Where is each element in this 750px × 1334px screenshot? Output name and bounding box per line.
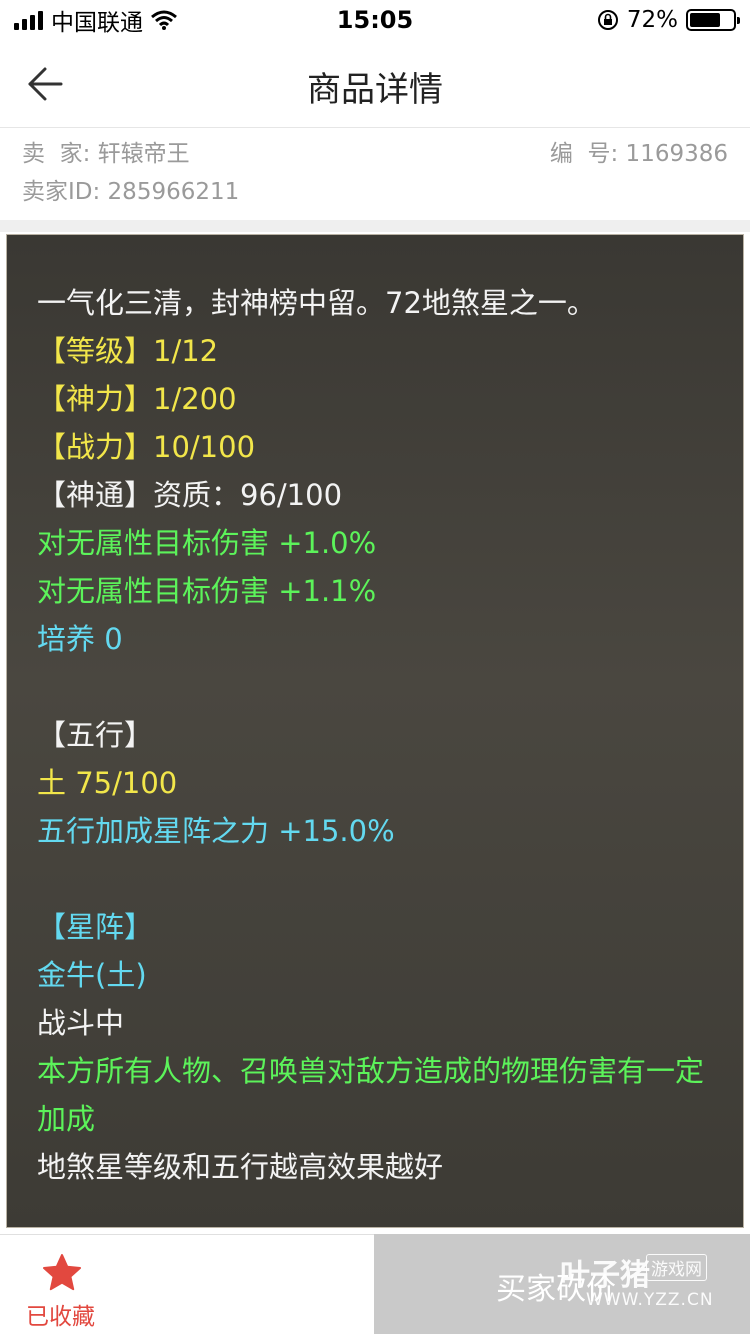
page-title: 商品详情 [307,70,443,110]
battery-icon [686,9,740,31]
description-intro: 一气化三清，封神榜中留。72地煞星之一。 [37,286,596,320]
item-description-panel: 一气化三清，封神榜中留。72地煞星之一。 【等级】1/12 【神力】1/200 … [6,234,744,1228]
star-icon [43,1254,81,1291]
orientation-lock-icon [597,10,618,30]
nav-bar: 商品详情 [0,40,750,128]
element-earth: 土 75/100 [37,766,178,800]
in-battle-label: 战斗中 [37,1006,125,1040]
watermark-url: WWW.YZZ.CN [586,1290,714,1310]
status-bar: 中国联通 15:05 72% [0,0,750,40]
five-elements-heading: 【五行】 [37,718,154,752]
attr-divine-power: 【神力】1/200 [37,382,237,416]
status-right: 72% [597,6,740,34]
effect-note: 地煞星等级和五行越高效果越好 [37,1150,444,1184]
watermark-main: 叶子猪 [560,1258,650,1293]
effect-line-1: 对无属性目标伤害 +1.0% [37,526,377,560]
section-divider [0,220,750,232]
attr-combat-power: 【战力】10/100 [37,430,256,464]
battery-fill [690,13,721,27]
cultivation: 培养 0 [37,622,123,656]
star-array-effect: 本方所有人物、召唤兽对敌方造成的物理伤害有一定加成 [37,1054,705,1136]
seller-id: 卖家ID: 285966211 [22,179,240,205]
element-bonus: 五行加成星阵之力 +15.0% [37,814,395,848]
bargain-button[interactable]: 买家砍价 叶子猪 游戏网 WWW.YZZ.CN [374,1234,750,1334]
star-array-heading: 【星阵】 [37,910,154,944]
bottom-action-bar: 已收藏 买家砍价 叶子猪 游戏网 WWW.YZZ.CN [0,1234,750,1334]
watermark-tag: 游戏网 [646,1254,707,1281]
watermark-logo: 叶子猪 游戏网 WWW.YZZ.CN [560,1250,740,1314]
effect-line-2: 对无属性目标伤害 +1.1% [37,574,377,608]
seller-info: 卖 家: 轩辕帝王 编 号: 1169386 卖家ID: 285966211 [0,128,750,220]
item-serial-number: 编 号: 1169386 [549,141,728,167]
battery-percent: 72% [626,7,678,33]
attr-level: 【等级】1/12 [37,334,219,368]
seller-name: 卖 家: 轩辕帝王 [22,141,190,167]
favorite-button[interactable]: 已收藏 [0,1234,374,1334]
attr-aptitude: 【神通】资质：96/100 [37,478,343,512]
star-array-name: 金牛(土) [37,958,147,992]
favorite-label: 已收藏 [26,1304,95,1330]
